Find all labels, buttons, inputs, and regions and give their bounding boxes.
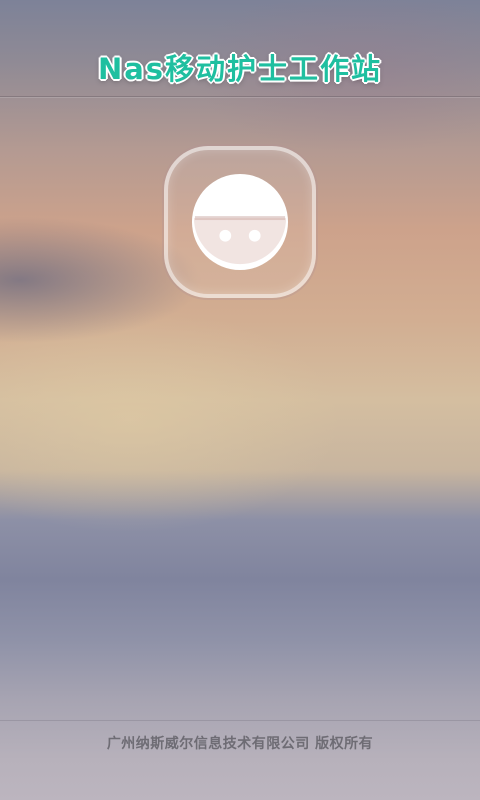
copyright-text: 广州纳斯威尔信息技术有限公司 版权所有 (106, 736, 374, 752)
header: Nas移动护士工作站 (0, 0, 480, 96)
footer-divider (0, 720, 480, 721)
header-divider (0, 96, 480, 97)
smiley-face-icon (191, 173, 289, 271)
app-title: Nas移动护士工作站 (97, 52, 383, 86)
splash-screen: Nas移动护士工作站 广州纳斯威尔信息技术有限公司 版权所有 (0, 0, 480, 800)
app-logo (164, 146, 316, 298)
